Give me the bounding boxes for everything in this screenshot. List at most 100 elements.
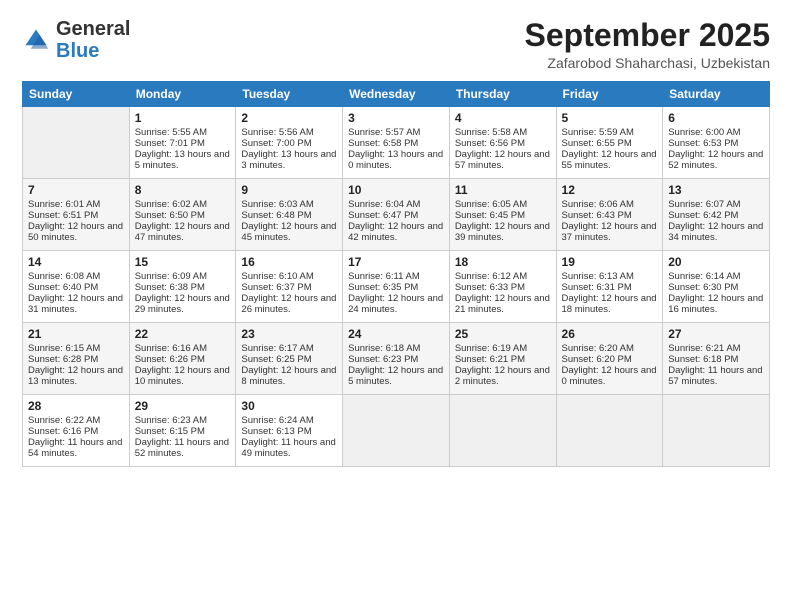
day-cell-10: 10Sunrise: 6:04 AMSunset: 6:47 PMDayligh… (343, 179, 450, 251)
day-cell-empty (663, 395, 770, 467)
day-number: 30 (241, 399, 337, 413)
day-number: 20 (668, 255, 764, 269)
day-cell-1: 1Sunrise: 5:55 AMSunset: 7:01 PMDaylight… (129, 107, 236, 179)
daylight-text: Daylight: 12 hours and 37 minutes. (562, 221, 657, 243)
day-cell-24: 24Sunrise: 6:18 AMSunset: 6:23 PMDayligh… (343, 323, 450, 395)
day-cell-23: 23Sunrise: 6:17 AMSunset: 6:25 PMDayligh… (236, 323, 343, 395)
daylight-text: Daylight: 12 hours and 34 minutes. (668, 221, 763, 243)
day-cell-empty (556, 395, 663, 467)
day-number: 6 (668, 111, 764, 125)
daylight-text: Daylight: 12 hours and 42 minutes. (348, 221, 443, 243)
day-number: 23 (241, 327, 337, 341)
day-cell-27: 27Sunrise: 6:21 AMSunset: 6:18 PMDayligh… (663, 323, 770, 395)
sunset-text: Sunset: 6:55 PM (562, 138, 632, 149)
daylight-text: Daylight: 13 hours and 0 minutes. (348, 149, 443, 171)
sunrise-text: Sunrise: 6:04 AM (348, 199, 420, 210)
daylight-text: Daylight: 12 hours and 8 minutes. (241, 365, 336, 387)
day-cell-30: 30Sunrise: 6:24 AMSunset: 6:13 PMDayligh… (236, 395, 343, 467)
day-cell-2: 2Sunrise: 5:56 AMSunset: 7:00 PMDaylight… (236, 107, 343, 179)
daylight-text: Daylight: 13 hours and 3 minutes. (241, 149, 336, 171)
sunset-text: Sunset: 6:45 PM (455, 210, 525, 221)
day-cell-12: 12 Sunrise: 6:06 AMSunset: 6:43 PMDayligh… (556, 179, 663, 251)
sunrise-text: Sunrise: 6:12 AM (455, 271, 527, 282)
sunset-text: Sunset: 6:43 PM (562, 210, 632, 221)
sunrise-text: Sunrise: 6:14 AM (668, 271, 740, 282)
day-cell-empty (449, 395, 556, 467)
day-cell-empty (23, 107, 130, 179)
day-number: 9 (241, 183, 337, 197)
daylight-text: Daylight: 12 hours and 10 minutes. (135, 365, 230, 387)
daylight-text: Daylight: 12 hours and 21 minutes. (455, 293, 550, 315)
sunset-text: Sunset: 6:51 PM (28, 210, 98, 221)
day-cell-4: 4Sunrise: 5:58 AMSunset: 6:56 PMDaylight… (449, 107, 556, 179)
day-cell-16: 16Sunrise: 6:10 AMSunset: 6:37 PMDayligh… (236, 251, 343, 323)
sunset-text: Sunset: 6:18 PM (668, 354, 738, 365)
sunset-text: Sunset: 6:20 PM (562, 354, 632, 365)
sunrise-text: Sunrise: 6:20 AM (562, 343, 634, 354)
day-cell-25: 25Sunrise: 6:19 AMSunset: 6:21 PMDayligh… (449, 323, 556, 395)
title-block: September 2025 Zafarobod Shaharchasi, Uz… (525, 18, 770, 71)
day-number: 24 (348, 327, 444, 341)
logo-icon (22, 26, 50, 54)
sunrise-text: Sunrise: 6:03 AM (241, 199, 313, 210)
daylight-text: Daylight: 12 hours and 29 minutes. (135, 293, 230, 315)
sunset-text: Sunset: 6:28 PM (28, 354, 98, 365)
sunrise-text: Sunrise: 5:59 AM (562, 127, 634, 138)
day-number: 12 (562, 183, 658, 197)
week-row-3: 14Sunrise: 6:08 AMSunset: 6:40 PMDayligh… (23, 251, 770, 323)
header-day-wednesday: Wednesday (343, 82, 450, 107)
daylight-text: Daylight: 12 hours and 39 minutes. (455, 221, 550, 243)
day-number: 27 (668, 327, 764, 341)
daylight-text: Daylight: 12 hours and 16 minutes. (668, 293, 763, 315)
daylight-text: Daylight: 12 hours and 45 minutes. (241, 221, 336, 243)
day-number: 29 (135, 399, 231, 413)
daylight-text: Daylight: 12 hours and 18 minutes. (562, 293, 657, 315)
sunset-text: Sunset: 7:00 PM (241, 138, 311, 149)
header-day-sunday: Sunday (23, 82, 130, 107)
daylight-text: Daylight: 12 hours and 2 minutes. (455, 365, 550, 387)
sunset-text: Sunset: 6:37 PM (241, 282, 311, 293)
logo-blue-text: Blue (56, 40, 99, 62)
sunrise-text: Sunrise: 5:55 AM (135, 127, 207, 138)
sunset-text: Sunset: 6:16 PM (28, 426, 98, 437)
sunset-text: Sunset: 6:26 PM (135, 354, 205, 365)
day-number: 1 (135, 111, 231, 125)
daylight-text: Daylight: 12 hours and 24 minutes. (348, 293, 443, 315)
sunset-text: Sunset: 6:58 PM (348, 138, 418, 149)
sunset-text: Sunset: 6:21 PM (455, 354, 525, 365)
day-number: 3 (348, 111, 444, 125)
sunrise-text: Sunrise: 6:13 AM (562, 271, 634, 282)
day-cell-5: 5Sunrise: 5:59 AMSunset: 6:55 PMDaylight… (556, 107, 663, 179)
sunrise-text: Sunrise: 6:07 AM (668, 199, 740, 210)
day-cell-26: 26Sunrise: 6:20 AMSunset: 6:20 PMDayligh… (556, 323, 663, 395)
daylight-text: Daylight: 12 hours and 5 minutes. (348, 365, 443, 387)
daylight-text: Daylight: 12 hours and 0 minutes. (562, 365, 657, 387)
sunrise-text: Sunrise: 6:01 AM (28, 199, 100, 210)
sunrise-text: Sunrise: 6:06 AM (562, 199, 634, 210)
sunrise-text: Sunrise: 6:16 AM (135, 343, 207, 354)
sunrise-text: Sunrise: 6:08 AM (28, 271, 100, 282)
day-number: 17 (348, 255, 444, 269)
logo: General Blue (22, 18, 130, 62)
header-day-friday: Friday (556, 82, 663, 107)
sunset-text: Sunset: 6:15 PM (135, 426, 205, 437)
logo-general-text: General (56, 18, 130, 40)
sunset-text: Sunset: 6:13 PM (241, 426, 311, 437)
day-number: 21 (28, 327, 124, 341)
day-number: 22 (135, 327, 231, 341)
sunrise-text: Sunrise: 6:02 AM (135, 199, 207, 210)
daylight-text: Daylight: 11 hours and 54 minutes. (28, 437, 122, 459)
day-cell-9: 9Sunrise: 6:03 AMSunset: 6:48 PMDaylight… (236, 179, 343, 251)
sunset-text: Sunset: 6:53 PM (668, 138, 738, 149)
daylight-text: Daylight: 11 hours and 57 minutes. (668, 365, 762, 387)
sunset-text: Sunset: 6:35 PM (348, 282, 418, 293)
header-day-tuesday: Tuesday (236, 82, 343, 107)
daylight-text: Daylight: 11 hours and 52 minutes. (135, 437, 229, 459)
sunrise-text: Sunrise: 6:17 AM (241, 343, 313, 354)
sunrise-text: Sunrise: 6:00 AM (668, 127, 740, 138)
day-cell-7: 7Sunrise: 6:01 AMSunset: 6:51 PMDaylight… (23, 179, 130, 251)
daylight-text: Daylight: 12 hours and 26 minutes. (241, 293, 336, 315)
sunrise-text: Sunrise: 6:09 AM (135, 271, 207, 282)
sunset-text: Sunset: 7:01 PM (135, 138, 205, 149)
sunset-text: Sunset: 6:47 PM (348, 210, 418, 221)
